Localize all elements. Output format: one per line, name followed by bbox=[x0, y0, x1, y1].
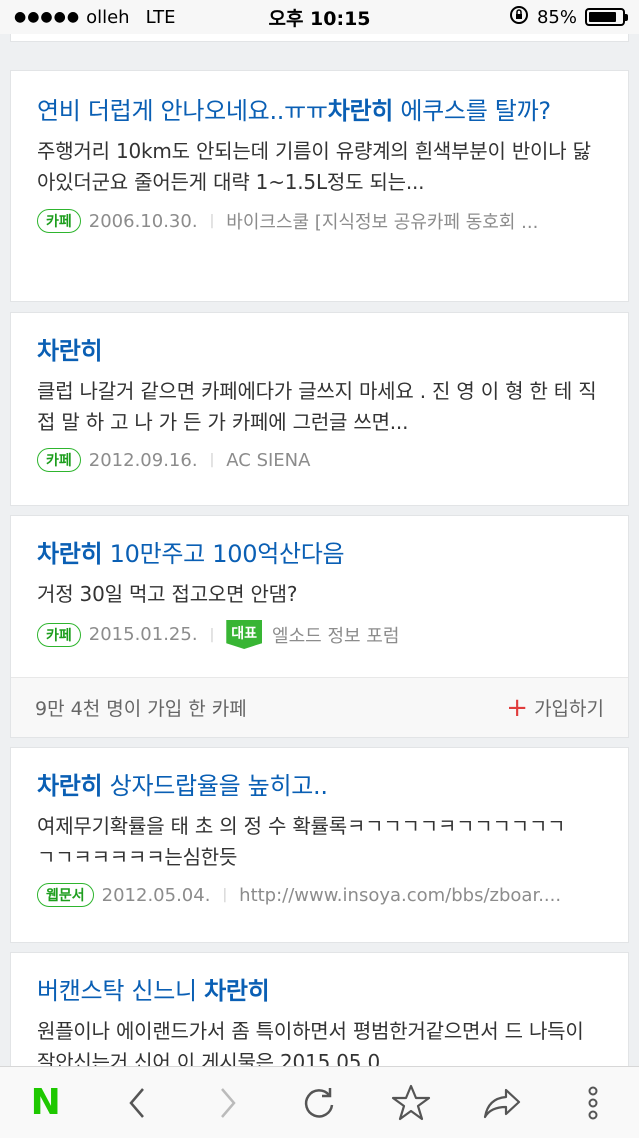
reload-icon[interactable] bbox=[289, 1073, 349, 1133]
result-meta: 카페 2012.09.16. | AC SIENA bbox=[37, 448, 602, 472]
battery-icon bbox=[585, 8, 628, 26]
divider: | bbox=[209, 213, 215, 229]
result-date: 2006.10.30. bbox=[88, 210, 198, 232]
result-source[interactable]: AC SIENA bbox=[226, 450, 310, 471]
cafe-badge: 카페 bbox=[37, 209, 81, 233]
divider: | bbox=[209, 626, 215, 643]
bookmark-star-icon[interactable] bbox=[381, 1073, 441, 1133]
result-card: 차란히 상자드랍율을 높히고.. 여제무기확률을 태 초 의 정 수 확률록ㅋㄱ… bbox=[10, 747, 629, 943]
cafe-member-count: 9만 4천 명이 가입 한 카페 bbox=[35, 698, 247, 720]
representative-badge: 대표 bbox=[226, 620, 263, 649]
result-source[interactable]: 바이크스쿨 [지식정보 공유카페 동호회 ... bbox=[226, 208, 538, 234]
result-card: 차란히 10만주고 100억산다음 거정 30일 먹고 접고오면 안댐? 카페 … bbox=[10, 515, 629, 738]
share-icon[interactable] bbox=[472, 1073, 532, 1133]
cafe-info-bar: 9만 4천 명이 가입 한 카페 + 가입하기 bbox=[11, 677, 628, 737]
forward-icon[interactable] bbox=[198, 1073, 258, 1133]
result-date: 2015.01.25. bbox=[88, 624, 198, 645]
result-card: 차란히 클럽 나갈거 같으면 카페에다가 글쓰지 마세요 . 진 영 이 형 한… bbox=[10, 312, 629, 506]
clock: 오후 10:15 bbox=[268, 7, 371, 30]
join-cafe-button[interactable]: + 가입하기 bbox=[506, 694, 604, 721]
search-results: 연비 더럽게 안나오네요..ㅠㅠ차란히 에쿠스를 탈까? 주행거리 10km도 … bbox=[0, 34, 639, 1066]
result-title[interactable]: 연비 더럽게 안나오네요..ㅠㅠ차란히 에쿠스를 탈까? bbox=[37, 93, 602, 130]
battery-percent: 85% bbox=[536, 6, 577, 28]
plus-icon: + bbox=[506, 692, 529, 723]
result-title[interactable]: 차란히 10만주고 100억산다음 bbox=[37, 536, 602, 573]
result-title[interactable]: 버캔스탁 신느니 차란히 bbox=[37, 973, 602, 1010]
carrier-name: olleh bbox=[86, 6, 130, 28]
result-meta: 카페 2015.01.25. | 대표 엘소드 정보 포럼 bbox=[37, 620, 602, 649]
result-snippet: 클럽 나갈거 같으면 카페에다가 글쓰지 마세요 . 진 영 이 형 한 테 직… bbox=[37, 379, 597, 434]
divider: | bbox=[222, 887, 228, 903]
signal-strength-icon: ●●●●● bbox=[14, 9, 81, 25]
result-card: 연비 더럽게 안나오네요..ㅠㅠ차란히 에쿠스를 탈까? 주행거리 10km도 … bbox=[10, 70, 629, 302]
result-source[interactable]: http://www.insoya.com/bbs/zboar.... bbox=[239, 885, 561, 906]
result-snippet: 여제무기확률을 태 초 의 정 수 확률록ㅋㄱㄱㄱㄱㅋㄱㄱㄱㄱㄱㄱㄱㄱㅋㅋㅋㅋㅋ… bbox=[37, 814, 566, 869]
result-meta: 카페 2006.10.30. | 바이크스쿨 [지식정보 공유카페 동호회 ..… bbox=[37, 208, 602, 234]
cafe-badge: 카페 bbox=[37, 448, 81, 472]
result-meta: 웹문서 2012.05.04. | http://www.insoya.com/… bbox=[37, 883, 602, 907]
divider: | bbox=[209, 452, 215, 468]
result-source[interactable]: 엘소드 정보 포럼 bbox=[272, 622, 399, 648]
cafe-badge: 카페 bbox=[37, 622, 81, 647]
back-icon[interactable] bbox=[107, 1073, 167, 1133]
result-card: 버캔스탁 신느니 차란히 원플이나 에이랜드가서 좀 특이하면서 평범한거같으면… bbox=[10, 952, 629, 1066]
result-title[interactable]: 차란히 bbox=[37, 333, 602, 370]
naver-home-icon[interactable]: N bbox=[16, 1073, 76, 1133]
result-title[interactable]: 차란히 상자드랍율을 높히고.. bbox=[37, 768, 602, 805]
more-icon[interactable] bbox=[563, 1073, 623, 1133]
rotation-lock-icon bbox=[509, 5, 529, 30]
network-type: LTE bbox=[145, 6, 176, 28]
browser-toolbar: N bbox=[0, 1066, 639, 1138]
result-snippet: 주행거리 10km도 안되는데 기름이 유량계의 흰색부분이 반이나 닳아있더군… bbox=[37, 139, 591, 194]
previous-card-edge bbox=[10, 34, 629, 42]
result-snippet: 원플이나 에이랜드가서 좀 특이하면서 평범한거같으면서 드 나득이 잘안신는거… bbox=[37, 1019, 584, 1066]
result-snippet: 거정 30일 먹고 접고오면 안댐? bbox=[37, 582, 298, 606]
web-doc-badge: 웹문서 bbox=[37, 883, 94, 907]
status-bar: ●●●●● olleh LTE 오후 10:15 85% bbox=[0, 0, 639, 34]
result-date: 2012.05.04. bbox=[101, 884, 211, 906]
result-date: 2012.09.16. bbox=[88, 449, 198, 471]
